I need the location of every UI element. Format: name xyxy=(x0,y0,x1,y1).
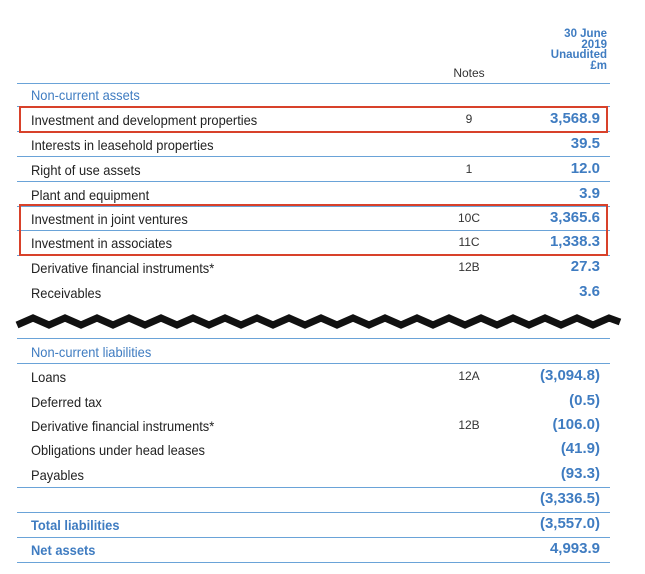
row-note: 1 xyxy=(465,162,473,176)
row-value: 27.3 xyxy=(570,258,600,275)
net-assets-label: Net assets xyxy=(31,542,96,558)
table-row: Interests in leasehold properties 39.5 xyxy=(17,132,610,157)
row-value: 3.6 xyxy=(579,283,600,300)
section-non-current-assets: Non-current assets xyxy=(17,82,610,107)
divider xyxy=(17,562,610,563)
section-title: Non-current assets xyxy=(31,87,140,103)
table-row: Loans 12A (3,094.8) xyxy=(17,364,610,389)
row-label: Plant and equipment xyxy=(31,187,150,203)
period-unit: £m xyxy=(590,59,607,72)
row-label: Payables xyxy=(31,467,84,483)
row-label: Obligations under head leases xyxy=(31,442,206,458)
subtotal-row: (3,336.5) xyxy=(17,487,610,512)
table-row: Deferred tax (0.5) xyxy=(17,389,610,414)
row-value: (41.9) xyxy=(560,440,600,457)
table-row: Receivables 3.6 xyxy=(17,280,610,305)
row-note: 12B xyxy=(458,418,480,432)
row-note: 12B xyxy=(458,260,480,274)
section-non-current-liabilities: Non-current liabilities xyxy=(17,339,610,364)
row-value: (93.3) xyxy=(560,465,600,482)
row-label: Interests in leasehold properties xyxy=(31,137,214,153)
row-value: (3,094.8) xyxy=(539,367,600,384)
row-label: Derivative financial instruments* xyxy=(31,418,215,434)
row-value: 39.5 xyxy=(570,135,600,152)
row-value: 3.9 xyxy=(579,185,600,202)
row-note: 12A xyxy=(458,369,480,383)
table-row: Derivative financial instruments* 12B (1… xyxy=(17,413,610,438)
section-title: Non-current liabilities xyxy=(31,344,152,360)
table-row: Payables (93.3) xyxy=(17,462,610,487)
total-liabilities-row: Total liabilities (3,557.0) xyxy=(17,512,610,537)
row-value: 12.0 xyxy=(570,160,600,177)
period-header: 30 June 2019 Unaudited £m xyxy=(487,29,607,71)
row-value: (0.5) xyxy=(569,392,600,409)
total-liabilities-label: Total liabilities xyxy=(31,517,120,533)
net-assets-row: Net assets 4,993.9 xyxy=(17,537,610,562)
table-row: Obligations under head leases (41.9) xyxy=(17,437,610,462)
row-label: Right of use assets xyxy=(31,162,141,178)
notes-column-header: Notes xyxy=(453,66,485,80)
table-row: Right of use assets 1 12.0 xyxy=(17,157,610,182)
row-label: Derivative financial instruments* xyxy=(31,260,215,276)
row-label: Receivables xyxy=(31,285,102,301)
highlight-box-properties xyxy=(19,106,608,133)
period-date: 30 June xyxy=(564,28,607,40)
net-assets-value: 4,993.9 xyxy=(549,540,600,557)
row-label: Loans xyxy=(31,369,67,385)
table-row: Derivative financial instruments* 12B 27… xyxy=(17,255,610,280)
total-liabilities-value: (3,557.0) xyxy=(539,515,600,532)
subtotal-value: (3,336.5) xyxy=(539,490,600,507)
row-label: Deferred tax xyxy=(31,394,102,410)
row-value: (106.0) xyxy=(552,416,600,433)
period-status: Unaudited xyxy=(550,49,607,61)
page-break-zigzag xyxy=(15,314,622,329)
highlight-box-investments xyxy=(19,204,608,256)
